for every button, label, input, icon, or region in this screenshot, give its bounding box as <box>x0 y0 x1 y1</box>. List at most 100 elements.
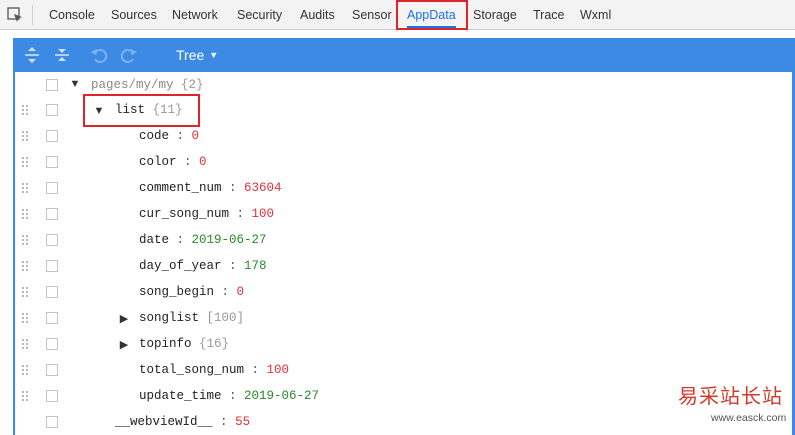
tree-row-update-time[interactable]: update_time : 2019-06-27 <box>15 383 792 409</box>
row-checkbox[interactable] <box>46 182 58 194</box>
tree-node: songlist [100] <box>139 305 244 331</box>
tab-console[interactable]: Console <box>49 0 95 30</box>
redo-icon[interactable] <box>120 46 138 64</box>
tree-node: total_song_num : 100 <box>139 357 289 383</box>
tree-node: update_time : 2019-06-27 <box>139 383 319 409</box>
tree-row-date[interactable]: date : 2019-06-27 <box>15 227 792 253</box>
node-value: 100 <box>251 207 275 221</box>
drag-handle-icon[interactable] <box>22 105 28 115</box>
drag-handle-icon[interactable] <box>22 131 28 141</box>
row-checkbox[interactable] <box>46 79 58 91</box>
key-value-separator: : <box>221 181 245 195</box>
row-checkbox[interactable] <box>46 364 58 376</box>
node-key: color <box>139 155 177 169</box>
view-mode-label: Tree <box>176 47 205 63</box>
tab-audits[interactable]: Audits <box>300 0 335 30</box>
expand-all-icon[interactable] <box>23 46 41 64</box>
tree-node: cur_song_num : 100 <box>139 201 274 227</box>
key-value-separator: : <box>169 129 192 143</box>
tab-wxml[interactable]: Wxml <box>580 0 611 30</box>
watermark-text: 易采站长站 <box>678 384 783 408</box>
node-key: day_of_year <box>139 259 222 273</box>
watermark-url: www.easck.com <box>711 412 787 424</box>
node-key: song_begin <box>139 285 215 299</box>
row-checkbox[interactable] <box>46 312 58 324</box>
key-value-separator: : <box>176 155 200 169</box>
node-key: code <box>139 129 170 143</box>
key-value-separator: : <box>221 259 245 273</box>
node-key: date <box>139 233 170 247</box>
tree-row-day-of-year[interactable]: day_of_year : 178 <box>15 253 792 279</box>
tree-row-webviewid[interactable]: __webviewId__ : 55 <box>15 409 792 435</box>
tree-node: comment_num : 63604 <box>139 175 282 201</box>
node-value: 2019-06-27 <box>244 389 320 403</box>
tree-row-total-song-num[interactable]: total_song_num : 100 <box>15 357 792 383</box>
tree-row-color[interactable]: color : 0 <box>15 149 792 175</box>
drag-handle-icon[interactable] <box>22 157 28 167</box>
node-count: {2} <box>181 78 204 92</box>
tab-trace[interactable]: Trace <box>533 0 565 30</box>
drag-handle-icon[interactable] <box>22 287 28 297</box>
tab-sources[interactable]: Sources <box>111 0 157 30</box>
key-value-separator: : <box>169 233 192 247</box>
node-value: 0 <box>191 129 200 143</box>
node-value: 55 <box>235 415 251 429</box>
drag-handle-icon[interactable] <box>22 365 28 375</box>
tree-node: color : 0 <box>139 149 207 175</box>
node-key: topinfo <box>139 337 192 351</box>
tree-row-comment-num[interactable]: comment_num : 63604 <box>15 175 792 201</box>
row-checkbox[interactable] <box>46 156 58 168</box>
chevron-down-icon: ▼ <box>209 50 219 60</box>
collapsed-arrow-icon[interactable]: ▶ <box>118 312 130 325</box>
tree-node: code : 0 <box>139 123 199 149</box>
key-value-separator: : <box>220 415 236 429</box>
node-value: 2019-06-27 <box>191 233 267 247</box>
tab-network[interactable]: Network <box>172 0 218 30</box>
row-checkbox[interactable] <box>46 416 58 428</box>
inspect-element-icon[interactable] <box>6 6 24 24</box>
tree-node-webviewid: __webviewId__ : 55 <box>115 409 250 435</box>
node-key: cur_song_num <box>139 207 230 221</box>
undo-icon[interactable] <box>90 46 108 64</box>
row-checkbox[interactable] <box>46 338 58 350</box>
row-checkbox[interactable] <box>46 130 58 142</box>
row-checkbox[interactable] <box>46 208 58 220</box>
tab-security[interactable]: Security <box>237 0 282 30</box>
site-watermark: 易采站长站 www.easck.com <box>678 380 795 435</box>
drag-handle-icon[interactable] <box>22 235 28 245</box>
drag-handle-icon[interactable] <box>22 313 28 323</box>
node-value: {16} <box>199 337 230 351</box>
row-checkbox[interactable] <box>46 104 58 116</box>
appdata-toolbar: Tree ▼ <box>14 38 795 72</box>
row-checkbox[interactable] <box>46 390 58 402</box>
appdata-tab-highlight <box>396 0 468 30</box>
drag-handle-icon[interactable] <box>22 339 28 349</box>
node-value: 63604 <box>244 181 282 195</box>
node-value: [100] <box>206 311 245 325</box>
tree-row-cur-song-num[interactable]: cur_song_num : 100 <box>15 201 792 227</box>
key-value-separator: : <box>244 363 267 377</box>
collapse-all-icon[interactable] <box>53 46 71 64</box>
drag-handle-icon[interactable] <box>22 391 28 401</box>
tree-row-topinfo[interactable]: ▶ topinfo {16} <box>15 331 792 357</box>
collapsed-arrow-icon[interactable]: ▶ <box>118 338 130 351</box>
drag-handle-icon[interactable] <box>22 261 28 271</box>
row-checkbox[interactable] <box>46 260 58 272</box>
row-checkbox[interactable] <box>46 286 58 298</box>
expanded-arrow-icon[interactable]: ▼ <box>69 78 81 90</box>
tree-row-songlist[interactable]: ▶ songlist [100] <box>15 305 792 331</box>
view-mode-select[interactable]: Tree ▼ <box>176 38 218 72</box>
node-key: songlist <box>139 311 200 325</box>
tree-row-song-begin[interactable]: song_begin : 0 <box>15 279 792 305</box>
node-key: total_song_num <box>139 363 245 377</box>
tab-sensor[interactable]: Sensor <box>352 0 392 30</box>
tree-node: date : 2019-06-27 <box>139 227 267 253</box>
tree-row-code[interactable]: code : 0 <box>15 123 792 149</box>
drag-handle-icon[interactable] <box>22 183 28 193</box>
row-checkbox[interactable] <box>46 234 58 246</box>
tree-node: song_begin : 0 <box>139 279 244 305</box>
drag-handle-icon[interactable] <box>22 209 28 219</box>
node-value: 178 <box>244 259 267 273</box>
key-value-separator: : <box>229 207 252 221</box>
tab-storage[interactable]: Storage <box>473 0 517 30</box>
